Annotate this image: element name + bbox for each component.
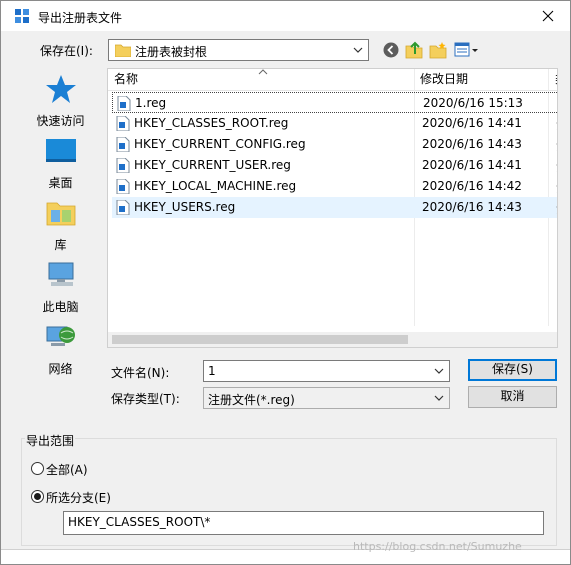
save-button[interactable]: 保存(S)	[468, 359, 557, 381]
file-name: HKEY_USERS.reg	[134, 200, 236, 214]
file-name-value: 1	[208, 364, 216, 378]
reg-file-icon	[116, 158, 130, 173]
up-folder-icon[interactable]	[405, 41, 423, 59]
list-item[interactable]: HKEY_CURRENT_USER.reg 2020/6/16 14:41 注	[112, 155, 557, 176]
file-name: HKEY_CLASSES_ROOT.reg	[134, 116, 289, 130]
places-bar: 快速访问 桌面 库 此电脑 网络	[18, 69, 103, 389]
export-registry-dialog: 导出注册表文件 保存在(I): 注册表被封根 快速访问 桌面 库 此电脑 网络 …	[0, 0, 571, 565]
file-date: 2020/6/16 14:41	[422, 158, 522, 172]
save-in-value: 注册表被封根	[135, 45, 208, 59]
radio-circle	[31, 490, 44, 503]
cancel-button[interactable]: 取消	[468, 386, 557, 408]
computer-icon	[48, 262, 73, 286]
file-type-select[interactable]: 注册文件(*.reg)	[203, 387, 450, 409]
save-in-combo[interactable]: 注册表被封根	[108, 39, 369, 61]
file-type: 注	[557, 96, 558, 113]
library-icon	[46, 202, 75, 226]
file-type: 注	[556, 179, 557, 196]
star-icon	[45, 75, 76, 103]
file-name: HKEY_CURRENT_USER.reg	[134, 158, 291, 172]
close-button[interactable]	[525, 1, 570, 31]
branch-path-value: HKEY_CLASSES_ROOT\*	[68, 515, 211, 529]
network-icon	[46, 326, 75, 346]
file-type: 注	[556, 200, 557, 217]
file-name: HKEY_CURRENT_CONFIG.reg	[134, 137, 306, 151]
file-type: 注	[556, 137, 557, 154]
place-quick-access[interactable]: 快速访问	[18, 73, 103, 129]
column-header-date[interactable]: 修改日期	[414, 69, 549, 91]
file-type: 注	[556, 158, 557, 175]
place-desktop[interactable]: 桌面	[18, 135, 103, 191]
column-header-name[interactable]: 名称	[108, 69, 414, 91]
file-date: 2020/6/16 14:43	[422, 137, 522, 151]
file-name: 1.reg	[135, 96, 167, 110]
reg-file-icon	[116, 179, 130, 194]
title-bar: 导出注册表文件	[1, 1, 570, 31]
close-icon	[542, 10, 554, 22]
file-name-combo[interactable]: 1	[203, 360, 450, 382]
place-network[interactable]: 网络	[18, 321, 103, 377]
registry-app-icon	[15, 9, 29, 23]
radio-selected-branch[interactable]: 所选分支(E)	[31, 489, 131, 505]
radio-all[interactable]: 全部(A)	[31, 461, 111, 477]
file-name-label: 文件名(N):	[111, 366, 170, 380]
reg-file-icon	[117, 96, 131, 111]
file-date: 2020/6/16 14:42	[422, 179, 522, 193]
save-in-label: 保存在(I):	[40, 44, 93, 58]
horizontal-scrollbar[interactable]	[108, 332, 557, 347]
desktop-icon	[45, 139, 76, 162]
new-folder-icon[interactable]	[429, 41, 447, 59]
radio-selected-label: 所选分支(E)	[46, 491, 111, 505]
export-range-title: 导出范围	[25, 432, 76, 449]
place-label: 库	[54, 238, 67, 252]
back-icon[interactable]	[383, 42, 399, 58]
file-date: 2020/6/16 14:43	[422, 200, 522, 214]
chevron-down-icon	[434, 395, 444, 401]
folder-icon	[115, 44, 131, 57]
file-date: 2020/6/16 15:13	[423, 96, 523, 110]
list-item[interactable]: HKEY_LOCAL_MACHINE.reg 2020/6/16 14:42 注	[112, 176, 557, 197]
reg-file-icon	[116, 116, 130, 131]
place-label: 网络	[48, 362, 73, 376]
place-this-pc[interactable]: 此电脑	[18, 259, 103, 315]
reg-file-icon	[116, 200, 130, 215]
view-menu-button[interactable]	[454, 41, 480, 59]
list-item[interactable]: HKEY_USERS.reg 2020/6/16 14:43 注	[112, 197, 557, 218]
chevron-down-icon	[353, 47, 363, 53]
column-header-type[interactable]: 类	[549, 69, 557, 91]
place-library[interactable]: 库	[18, 197, 103, 253]
scrollbar-thumb[interactable]	[112, 335, 408, 344]
place-label: 桌面	[48, 176, 73, 190]
radio-all-label: 全部(A)	[46, 463, 88, 477]
file-list[interactable]: 名称 修改日期 类 1.reg 2020/6/16 15:13 注 HKEY_C…	[107, 68, 558, 348]
list-item[interactable]: HKEY_CURRENT_CONFIG.reg 2020/6/16 14:43 …	[112, 134, 557, 155]
view-menu-icon	[454, 42, 478, 57]
watermark: https://blog.csdn.net/Sumuzhe	[353, 540, 522, 553]
file-type-value: 注册文件(*.reg)	[208, 393, 295, 407]
place-label: 快速访问	[36, 114, 85, 128]
file-type-label: 保存类型(T):	[111, 392, 180, 406]
place-label: 此电脑	[42, 300, 79, 314]
file-date: 2020/6/16 14:41	[422, 116, 522, 130]
radio-circle	[31, 462, 44, 475]
window-title: 导出注册表文件	[38, 11, 123, 25]
list-item[interactable]: 1.reg 2020/6/16 15:13 注	[112, 92, 558, 113]
file-name: HKEY_LOCAL_MACHINE.reg	[134, 179, 297, 193]
reg-file-icon	[116, 137, 130, 152]
chevron-down-icon	[434, 368, 444, 374]
list-item[interactable]: HKEY_CLASSES_ROOT.reg 2020/6/16 14:41 注	[112, 113, 557, 134]
branch-path-field[interactable]: HKEY_CLASSES_ROOT\*	[63, 511, 544, 535]
file-type: 注	[556, 116, 557, 133]
